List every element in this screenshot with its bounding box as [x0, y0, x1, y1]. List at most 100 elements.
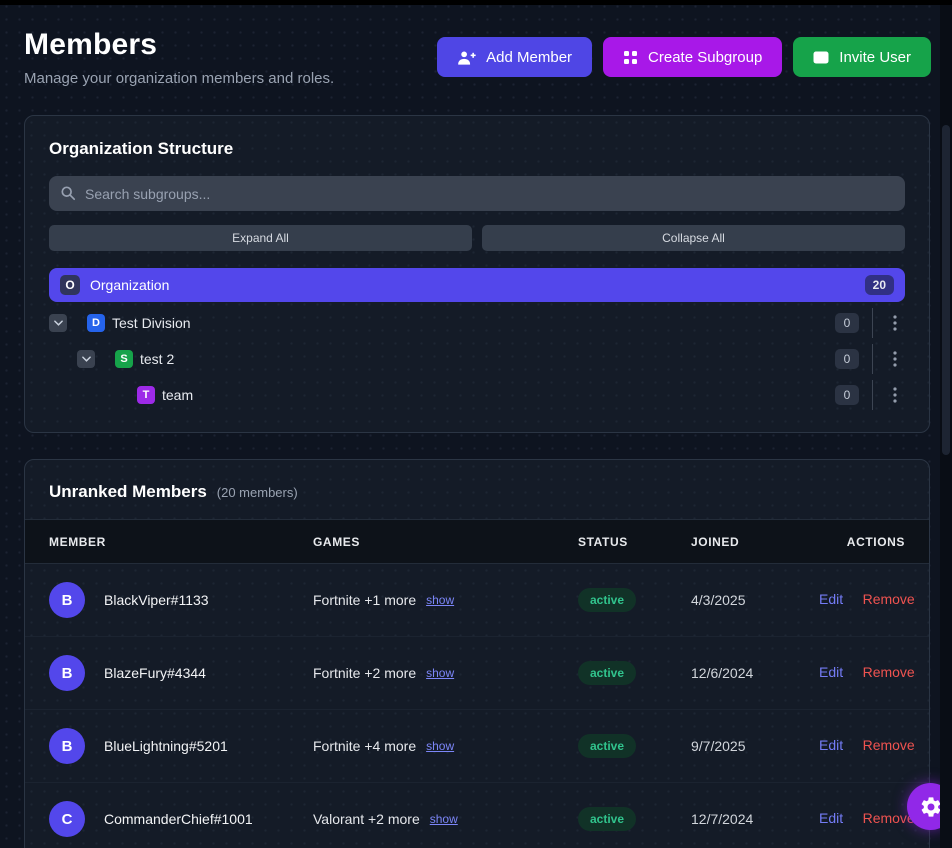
search-subgroups-input[interactable] [49, 176, 905, 211]
member-name: BlueLightning#5201 [104, 738, 228, 754]
games-text: Fortnite +2 more [313, 665, 416, 681]
edit-button[interactable]: Edit [819, 664, 843, 680]
vertical-scrollbar[interactable] [940, 5, 952, 848]
expand-all-button[interactable]: Expand All [49, 225, 472, 251]
gear-icon [919, 795, 943, 819]
members-title: Unranked Members [49, 482, 207, 502]
unranked-members-card: Unranked Members (20 members) MEMBER GAM… [24, 459, 930, 848]
members-card-header: Unranked Members (20 members) [25, 460, 929, 519]
page-heading-block: Members Manage your organization members… [24, 28, 334, 87]
organization-type-icon: O [60, 275, 80, 295]
edit-button[interactable]: Edit [819, 737, 843, 753]
kebab-menu-icon[interactable] [885, 351, 905, 367]
kebab-menu-icon[interactable] [885, 315, 905, 331]
games-cell: Fortnite +1 more show [313, 592, 578, 608]
edit-button[interactable]: Edit [819, 810, 843, 826]
status-cell: active [578, 661, 691, 685]
invite-user-button[interactable]: Invite User [793, 37, 931, 77]
chevron-down-button[interactable] [49, 314, 67, 332]
member-count-badge: 0 [835, 385, 859, 405]
create-subgroup-label: Create Subgroup [648, 49, 762, 66]
games-cell: Valorant +2 more show [313, 811, 578, 827]
status-badge: active [578, 734, 636, 758]
column-status: STATUS [578, 535, 691, 549]
show-games-link[interactable]: show [426, 666, 454, 680]
games-text: Valorant +2 more [313, 811, 420, 827]
page-header: Members Manage your organization members… [24, 28, 931, 87]
organization-structure-card: Organization Structure Expand All Collap… [24, 115, 930, 433]
tree-node-label: test 2 [140, 351, 835, 367]
show-games-link[interactable]: show [426, 593, 454, 607]
envelope-icon [813, 51, 829, 64]
divider [872, 308, 873, 338]
avatar: B [49, 582, 85, 618]
member-name: BlackViper#1133 [104, 592, 209, 608]
joined-date: 4/3/2025 [691, 592, 819, 608]
chevron-down-button[interactable] [77, 350, 95, 368]
member-cell: B BlazeFury#4344 [49, 655, 313, 691]
organization-tree: O Organization 20 D Test Division 0 [49, 268, 905, 410]
avatar: B [49, 655, 85, 691]
table-row: B BlueLightning#5201 Fortnite +4 more sh… [25, 710, 929, 783]
tree-node-test-2[interactable]: S test 2 0 [49, 344, 905, 374]
divider [872, 380, 873, 410]
remove-button[interactable]: Remove [863, 591, 915, 607]
table-row: C CommanderChief#1001 Valorant +2 more s… [25, 783, 929, 848]
table-header: MEMBER GAMES STATUS JOINED ACTIONS [25, 519, 929, 564]
members-count: (20 members) [217, 485, 298, 500]
status-badge: active [578, 661, 636, 685]
invite-user-label: Invite User [839, 49, 911, 66]
remove-button[interactable]: Remove [863, 664, 915, 680]
add-member-button[interactable]: Add Member [437, 37, 592, 77]
avatar: B [49, 728, 85, 764]
team-type-icon: T [137, 386, 155, 404]
games-cell: Fortnite +4 more show [313, 738, 578, 754]
joined-date: 12/7/2024 [691, 811, 819, 827]
status-badge: active [578, 588, 636, 612]
actions-cell: Edit Remove [819, 737, 915, 755]
status-cell: active [578, 734, 691, 758]
member-cell: C CommanderChief#1001 [49, 801, 313, 837]
division-type-icon: D [87, 314, 105, 332]
tree-node-label: Organization [90, 277, 855, 293]
collapse-all-button[interactable]: Collapse All [482, 225, 905, 251]
tree-node-test-division[interactable]: D Test Division 0 [49, 308, 905, 338]
table-row: B BlackViper#1133 Fortnite +1 more show … [25, 564, 929, 637]
header-actions: Add Member Create Subgroup Invite User [437, 37, 931, 77]
column-member: MEMBER [49, 535, 313, 549]
kebab-menu-icon[interactable] [885, 387, 905, 403]
grid-dots-icon [623, 50, 638, 65]
page-subtitle: Manage your organization members and rol… [24, 70, 334, 87]
actions-cell: Edit Remove [819, 810, 915, 828]
status-cell: active [578, 807, 691, 831]
column-actions: ACTIONS [819, 535, 905, 549]
show-games-link[interactable]: show [426, 739, 454, 753]
games-text: Fortnite +4 more [313, 738, 416, 754]
member-name: BlazeFury#4344 [104, 665, 206, 681]
page-title: Members [24, 28, 334, 62]
tree-node-label: Test Division [112, 315, 835, 331]
top-edge-bar [0, 0, 952, 5]
scrollbar-thumb[interactable] [942, 125, 950, 455]
status-badge: active [578, 807, 636, 831]
show-games-link[interactable]: show [430, 812, 458, 826]
member-cell: B BlackViper#1133 [49, 582, 313, 618]
member-count-badge: 20 [865, 275, 894, 295]
subgroup-type-icon: S [115, 350, 133, 368]
org-structure-title: Organization Structure [49, 139, 905, 159]
avatar: C [49, 801, 85, 837]
person-plus-icon [457, 49, 476, 66]
table-row: B BlazeFury#4344 Fortnite +2 more show a… [25, 637, 929, 710]
tree-node-organization[interactable]: O Organization 20 [49, 268, 905, 302]
status-cell: active [578, 588, 691, 612]
games-text: Fortnite +1 more [313, 592, 416, 608]
member-name: CommanderChief#1001 [104, 811, 253, 827]
remove-button[interactable]: Remove [863, 737, 915, 753]
edit-button[interactable]: Edit [819, 591, 843, 607]
games-cell: Fortnite +2 more show [313, 665, 578, 681]
joined-date: 12/6/2024 [691, 665, 819, 681]
member-cell: B BlueLightning#5201 [49, 728, 313, 764]
tree-node-team[interactable]: T team 0 [49, 380, 905, 410]
tree-node-label: team [162, 387, 835, 403]
create-subgroup-button[interactable]: Create Subgroup [603, 37, 782, 77]
